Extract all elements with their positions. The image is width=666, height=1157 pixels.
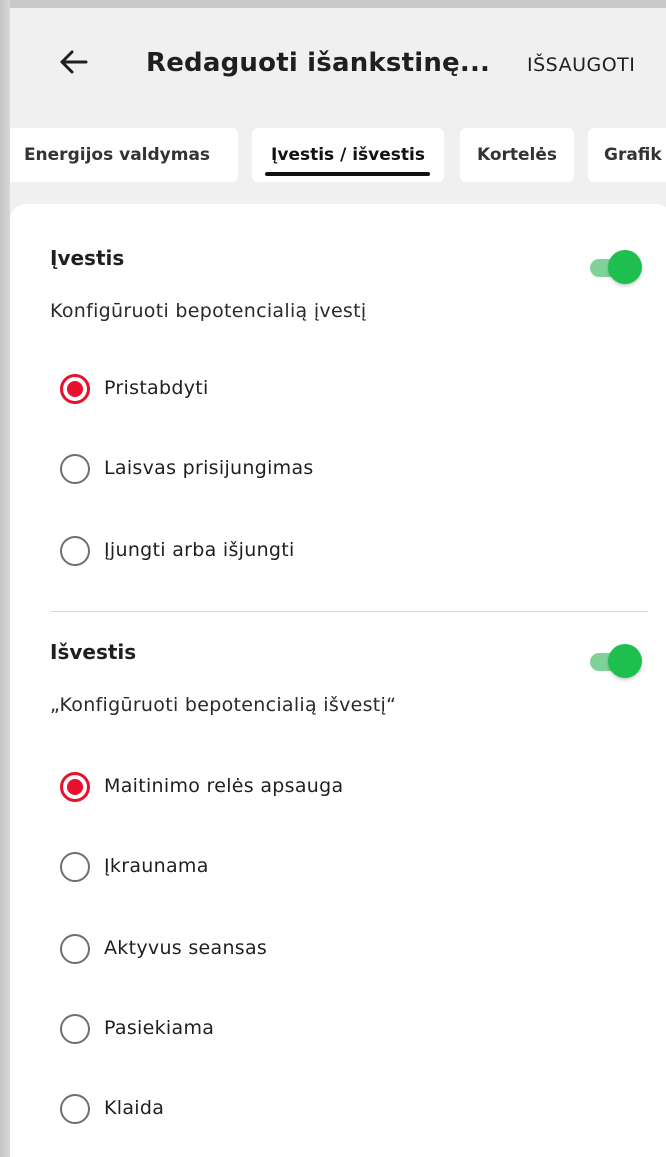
arrow-left-icon bbox=[56, 44, 92, 80]
input-section-description: Konfigūruoti bepotencialią įvestį bbox=[50, 300, 367, 322]
tab-schedule[interactable]: Grafik bbox=[588, 128, 666, 182]
back-button[interactable] bbox=[56, 44, 92, 80]
radio-unchecked-icon bbox=[60, 934, 90, 964]
output-toggle[interactable] bbox=[590, 644, 642, 678]
radio-label: Pasiekiama bbox=[104, 1017, 215, 1039]
input-toggle[interactable] bbox=[590, 250, 642, 284]
radio-unchecked-icon bbox=[60, 852, 90, 882]
tab-energy-management[interactable]: Energijos valdymas bbox=[10, 128, 238, 182]
page-title: Redaguoti išankstinę... bbox=[146, 48, 491, 78]
app-bar: Redaguoti išankstinę... IŠSAUGOTI bbox=[10, 8, 666, 118]
save-button[interactable]: IŠSAUGOTI bbox=[527, 54, 635, 76]
radio-unchecked-icon bbox=[60, 1014, 90, 1044]
phone-screen: Redaguoti išankstinę... IŠSAUGOTI Energi… bbox=[10, 8, 666, 1157]
radio-checked-icon bbox=[60, 772, 90, 802]
frame-top-edge bbox=[0, 0, 666, 8]
radio-unchecked-icon bbox=[60, 1094, 90, 1124]
radio-label: Įkraunama bbox=[104, 855, 209, 877]
output-section-description: „Konfigūruoti bepotencialią išvestį“ bbox=[50, 694, 397, 716]
radio-label: Laisvas prisijungimas bbox=[104, 457, 314, 479]
section-divider bbox=[50, 611, 648, 612]
tab-cards[interactable]: Kortelės bbox=[460, 128, 574, 182]
radio-label: Maitinimo relės apsauga bbox=[104, 775, 344, 797]
input-section-title: Įvestis bbox=[50, 246, 125, 270]
radio-label: Aktyvus seansas bbox=[104, 937, 268, 959]
tab-bar: Energijos valdymas Įvestis / išvestis Ko… bbox=[10, 128, 666, 186]
toggle-thumb bbox=[608, 644, 642, 678]
output-section-title: Išvestis bbox=[50, 640, 137, 664]
radio-unchecked-icon bbox=[60, 454, 90, 484]
screen-frame: Redaguoti išankstinę... IŠSAUGOTI Energi… bbox=[0, 0, 666, 1157]
settings-card: Įvestis Konfigūruoti bepotencialią įvest… bbox=[10, 204, 666, 1157]
radio-label: Įjungti arba išjungti bbox=[104, 539, 295, 561]
frame-left-edge bbox=[0, 0, 10, 1157]
radio-label: Klaida bbox=[104, 1097, 165, 1119]
radio-checked-icon bbox=[60, 374, 90, 404]
tab-active-indicator bbox=[265, 172, 430, 176]
toggle-thumb bbox=[608, 250, 642, 284]
radio-label: Pristabdyti bbox=[104, 377, 209, 399]
radio-unchecked-icon bbox=[60, 536, 90, 566]
